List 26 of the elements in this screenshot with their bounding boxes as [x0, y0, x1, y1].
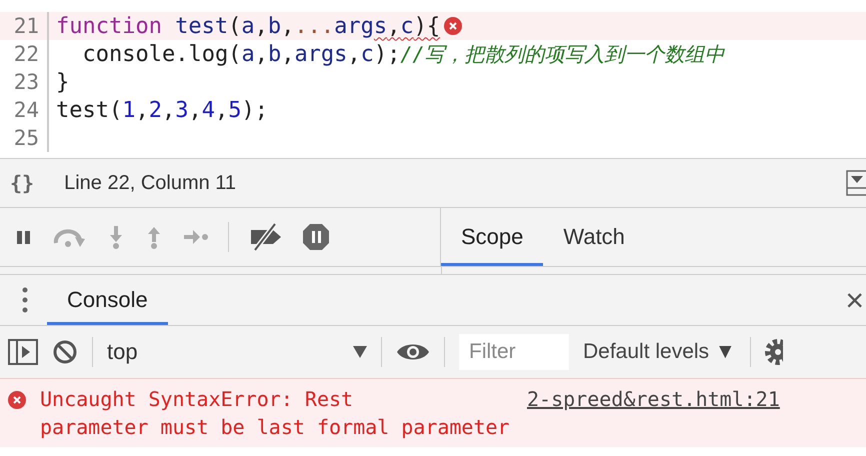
pause-on-exceptions-icon[interactable] — [301, 222, 331, 252]
close-button[interactable]: × — [845, 282, 864, 318]
filter-field[interactable]: Filter — [459, 334, 569, 370]
code-line: function test(a,b,...args,c){ — [56, 14, 440, 38]
line-number: 25 — [0, 124, 49, 152]
levels-dropdown[interactable]: Default levels ▼ — [583, 340, 736, 364]
context-dropdown[interactable]: top — [107, 339, 367, 365]
error-message: Uncaught SyntaxError: Rest parameter must be last formal parameter — [40, 386, 510, 441]
more-icon[interactable] — [20, 286, 30, 314]
source-link[interactable]: 2-spreed&rest.html:21 — [527, 385, 780, 413]
toggle-panel-icon[interactable] — [846, 170, 866, 196]
line-number: 22 — [0, 40, 49, 68]
caret-icon[interactable] — [353, 346, 367, 358]
sidebar-tab[interactable]: Watch — [543, 211, 645, 266]
error-icon — [8, 391, 26, 409]
line-number: 24 — [0, 96, 49, 124]
line-number: 21 — [0, 12, 49, 40]
cursor-position: Line 22, Column 11 — [64, 172, 236, 194]
line-number: 23 — [0, 68, 49, 96]
clear-icon[interactable] — [52, 339, 78, 365]
code-line: } — [56, 70, 70, 94]
sidebar-toggle-icon[interactable] — [8, 339, 38, 365]
code-line: console.log(a,b,args,c);//写，把散列的项写入到一个数组中 — [81, 40, 725, 68]
settings-icon[interactable] — [762, 337, 783, 367]
code-line: test(1,2,3,4,5); — [56, 98, 268, 122]
format-button[interactable]: {} — [10, 171, 34, 195]
